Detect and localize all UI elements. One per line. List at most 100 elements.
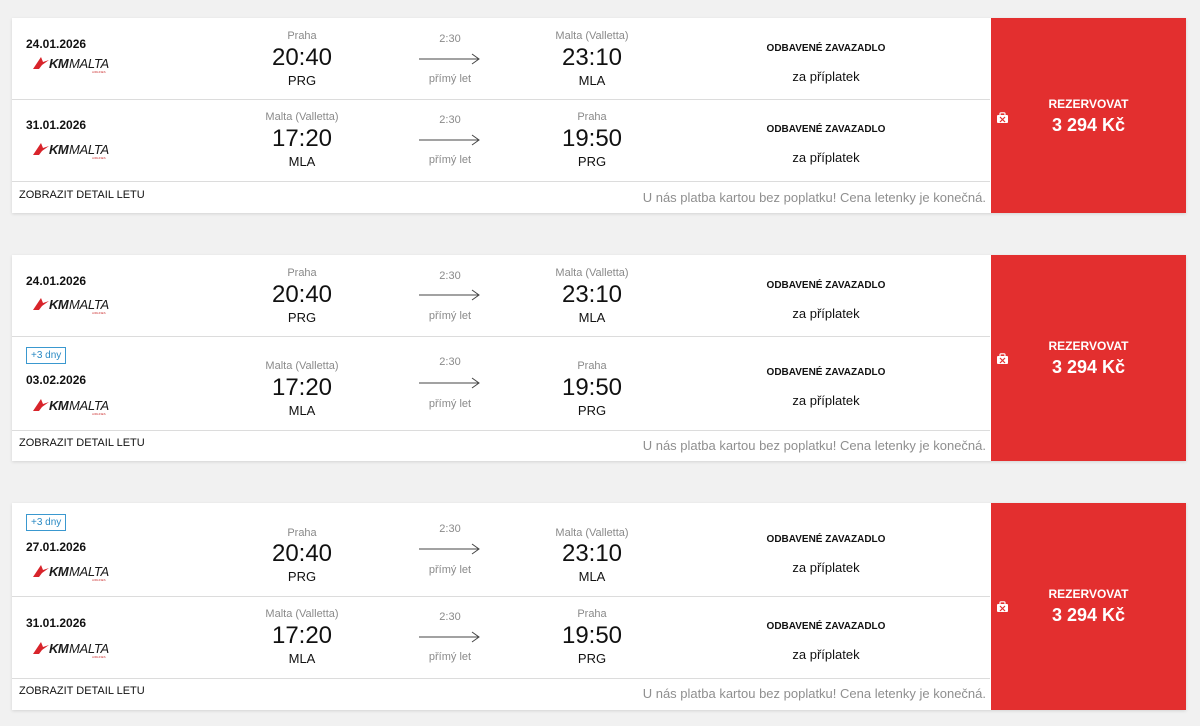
book-button[interactable]: REZERVOVAT 3 294 Kč: [991, 503, 1186, 710]
departure-time: 17:20: [271, 374, 333, 401]
km-malta-logo: KM MALTA AIRLINES: [32, 639, 112, 659]
km-malta-logo: KM MALTA AIRLINES: [32, 140, 112, 160]
flight-result-card: 24.01.2026 KM MALTA AIRLINES Praha 20:40 P…: [12, 18, 1186, 213]
payment-note: U nás platba kartou bez poplatku! Cena l…: [642, 686, 986, 701]
baggage-fee-note: za příplatek: [792, 393, 860, 408]
show-flight-detail-link[interactable]: ZOBRAZIT DETAIL LETU: [19, 685, 145, 697]
flight-date: 27.01.2026: [26, 540, 87, 554]
flight-leg-return: 31.01.2026 KM MALTA AIRLINES Malta (Vallet…: [12, 597, 990, 679]
show-flight-detail-link[interactable]: ZOBRAZIT DETAIL LETU: [19, 437, 145, 449]
departure-time: 20:40: [271, 540, 333, 567]
baggage-fee-note: za příplatek: [792, 647, 860, 662]
arrival-city: Praha: [577, 111, 607, 123]
departure-city: Malta (Valletta): [265, 608, 339, 620]
flight-date: 24.01.2026: [26, 37, 87, 51]
departure-city: Malta (Valletta): [265, 111, 339, 123]
arrival-time: 23:10: [561, 44, 623, 71]
arrow-right-icon: [419, 631, 480, 643]
flight-date: 31.01.2026: [26, 118, 87, 132]
flight-leg-return: 31.01.2026 KM MALTA AIRLINES Malta (Vallet…: [12, 100, 990, 182]
direct-flight-label: přímý let: [428, 398, 472, 410]
price: 3 294 Kč: [1051, 115, 1126, 135]
baggage-fee-note: za příplatek: [792, 306, 860, 321]
flight-leg-outbound: 24.01.2026 KM MALTA AIRLINES Praha 20:40 P…: [12, 18, 990, 100]
departure-time: 17:20: [271, 125, 333, 152]
direct-flight-label: přímý let: [428, 154, 472, 166]
flight-itinerary: 24.01.2026 KM MALTA AIRLINES Praha 20:40 P…: [12, 255, 990, 461]
flight-leg-outbound: 24.01.2026 KM MALTA AIRLINES Praha 20:40 P…: [12, 255, 990, 337]
arrow-right-icon: [419, 134, 480, 146]
departure-airport-code: PRG: [287, 569, 317, 584]
direct-flight-label: přímý let: [428, 73, 472, 85]
book-label: REZERVOVAT: [1048, 339, 1129, 353]
direct-flight-label: přímý let: [428, 564, 472, 576]
departure-city: Praha: [287, 267, 317, 279]
extra-days-badge: +3 dny: [26, 514, 67, 531]
flight-duration: 2:30: [439, 611, 461, 623]
flight-leg-return: +3 dny 03.02.2026 KM MALTA AIRLINES Malta …: [12, 337, 990, 431]
baggage-label: ODBAVENÉ ZAVAZADLO: [766, 534, 886, 545]
baggage-fee-note: za příplatek: [792, 150, 860, 165]
arrival-airport-code: PRG: [577, 651, 607, 666]
arrow-right-icon: [419, 377, 480, 389]
flight-duration: 2:30: [439, 270, 461, 282]
km-malta-logo: KM MALTA AIRLINES: [32, 54, 112, 74]
departure-city: Praha: [287, 30, 317, 42]
arrival-airport-code: MLA: [578, 310, 606, 325]
departure-airport-code: PRG: [287, 73, 317, 88]
km-malta-logo: KM MALTA AIRLINES: [32, 396, 112, 416]
baggage-label: ODBAVENÉ ZAVAZADLO: [766, 280, 886, 291]
direct-flight-label: přímý let: [428, 651, 472, 663]
arrival-city: Malta (Valletta): [555, 30, 629, 42]
arrival-city: Praha: [577, 360, 607, 372]
arrival-airport-code: PRG: [577, 154, 607, 169]
baggage-fee-note: za příplatek: [792, 69, 860, 84]
book-button[interactable]: REZERVOVAT 3 294 Kč: [991, 255, 1186, 461]
arrival-airport-code: MLA: [578, 73, 606, 88]
flight-result-card: +3 dny 27.01.2026 KM MALTA AIRLINES Praha …: [12, 503, 1186, 710]
departure-airport-code: MLA: [288, 154, 316, 169]
flight-duration: 2:30: [439, 523, 461, 535]
arrival-time: 23:10: [561, 281, 623, 308]
arrival-airport-code: PRG: [577, 403, 607, 418]
flight-duration: 2:30: [439, 356, 461, 368]
arrival-city: Malta (Valletta): [555, 527, 629, 539]
price: 3 294 Kč: [1051, 605, 1126, 625]
baggage-label: ODBAVENÉ ZAVAZADLO: [766, 367, 886, 378]
flight-date: 03.02.2026: [26, 373, 87, 387]
arrow-right-icon: [419, 289, 480, 301]
arrival-time: 19:50: [561, 374, 623, 401]
arrow-right-icon: [419, 543, 480, 555]
departure-time: 20:40: [271, 281, 333, 308]
km-malta-logo: KM MALTA AIRLINES: [32, 562, 112, 582]
departure-airport-code: MLA: [288, 651, 316, 666]
payment-note: U nás platba kartou bez poplatku! Cena l…: [642, 438, 986, 453]
direct-flight-label: přímý let: [428, 310, 472, 322]
flight-duration: 2:30: [439, 33, 461, 45]
departure-time: 20:40: [271, 44, 333, 71]
baggage-label: ODBAVENÉ ZAVAZADLO: [766, 621, 886, 632]
flight-itinerary: 24.01.2026 KM MALTA AIRLINES Praha 20:40 P…: [12, 18, 990, 213]
departure-airport-code: MLA: [288, 403, 316, 418]
arrival-time: 19:50: [561, 622, 623, 649]
price: 3 294 Kč: [1051, 357, 1126, 377]
flight-result-card: 24.01.2026 KM MALTA AIRLINES Praha 20:40 P…: [12, 255, 1186, 461]
departure-city: Malta (Valletta): [265, 360, 339, 372]
baggage-label: ODBAVENÉ ZAVAZADLO: [766, 124, 886, 135]
arrival-city: Malta (Valletta): [555, 267, 629, 279]
extra-days-badge: +3 dny: [26, 347, 67, 364]
flight-duration: 2:30: [439, 114, 461, 126]
departure-airport-code: PRG: [287, 310, 317, 325]
arrival-airport-code: MLA: [578, 569, 606, 584]
arrow-right-icon: [419, 53, 480, 65]
arrival-time: 19:50: [561, 125, 623, 152]
book-label: REZERVOVAT: [1048, 587, 1129, 601]
flight-date: 31.01.2026: [26, 616, 87, 630]
baggage-fee-note: za příplatek: [792, 560, 860, 575]
flight-date: 24.01.2026: [26, 274, 87, 288]
book-button[interactable]: REZERVOVAT 3 294 Kč: [991, 18, 1186, 213]
show-flight-detail-link[interactable]: ZOBRAZIT DETAIL LETU: [19, 189, 145, 201]
arrival-time: 23:10: [561, 540, 623, 567]
km-malta-logo: KM MALTA AIRLINES: [32, 295, 112, 315]
payment-note: U nás platba kartou bez poplatku! Cena l…: [642, 190, 986, 205]
